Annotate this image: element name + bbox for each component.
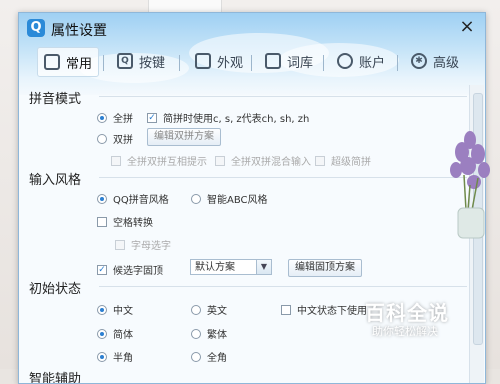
scheme-dropdown[interactable]: 默认方案 ▼ <box>190 259 272 275</box>
radio-unselected[interactable] <box>97 133 107 144</box>
option-label: 全拼双拼混合输入 <box>231 157 311 168</box>
section-divider <box>99 177 467 178</box>
option-label: 双拼 <box>113 135 133 146</box>
tab-separator <box>103 55 104 71</box>
option-label: 超级简拼 <box>331 157 371 168</box>
tab-label: 外观 <box>217 55 244 71</box>
tab-separator <box>397 55 398 71</box>
checkbox-candidate-top[interactable]: ✓ 候选字固顶 <box>97 262 163 277</box>
monitor-icon <box>44 54 60 70</box>
tab-label: 词库 <box>287 55 314 71</box>
checkbox-disabled[interactable] <box>111 155 121 166</box>
tab-separator <box>323 55 324 71</box>
watermark-subtitle: 助你轻松解决 <box>372 325 438 338</box>
checkbox-space-convert[interactable]: 空格转换 <box>97 214 153 229</box>
radio-unselected[interactable] <box>191 304 201 315</box>
checkbox-checked[interactable]: ✓ <box>97 264 107 275</box>
edit-double-scheme-button[interactable]: 编辑双拼方案 <box>147 128 221 146</box>
checkbox-checked[interactable]: ✓ <box>147 112 157 123</box>
radio-selected[interactable] <box>97 112 107 123</box>
tab-label: 账户 <box>359 55 386 71</box>
radio-english[interactable]: 英文 <box>191 302 227 317</box>
book-icon <box>265 53 281 69</box>
option-label: 全拼 <box>113 114 133 125</box>
user-icon <box>337 53 353 69</box>
radio-unselected[interactable] <box>191 193 201 204</box>
radio-qq-style[interactable]: QQ拼音风格 <box>97 191 169 206</box>
option-label: 繁体 <box>207 330 227 341</box>
section-divider <box>99 96 467 97</box>
app-logo-icon: Q <box>27 19 45 37</box>
radio-selected[interactable] <box>97 328 107 339</box>
checkbox-disabled[interactable] <box>315 155 325 166</box>
tab-label: 按键 <box>139 55 166 71</box>
tab-dictionary[interactable]: 词库 <box>265 47 313 75</box>
radio-unselected[interactable] <box>191 351 201 362</box>
radio-double-pinyin[interactable]: 双拼 <box>97 131 133 146</box>
option-label: 简体 <box>113 330 133 341</box>
radio-selected[interactable] <box>97 304 107 315</box>
gear-icon: ✱ <box>411 53 427 69</box>
checkbox-mutual-hint[interactable]: 全拼双拼互相提示 <box>111 153 207 168</box>
radio-unselected[interactable] <box>191 328 201 339</box>
tab-label: 高级 <box>433 55 460 71</box>
tab-appearance[interactable]: 外观 <box>195 47 243 75</box>
tab-separator <box>251 55 252 71</box>
radio-simplified[interactable]: 简体 <box>97 326 133 341</box>
checkbox-unchecked[interactable] <box>281 304 291 315</box>
section-title-pinyin: 拼音模式 <box>29 92 82 107</box>
option-label: 中文状态下使用 <box>297 306 367 317</box>
option-label: 字母选字 <box>131 241 171 252</box>
close-button[interactable]: × <box>457 17 477 37</box>
option-label: 全拼双拼互相提示 <box>127 157 207 168</box>
option-label: 空格转换 <box>113 218 153 229</box>
checkbox-letter-select[interactable]: 字母选字 <box>115 237 171 252</box>
settings-content: 拼音模式 全拼 ✓ 简拼时使用c, s, z代表ch, sh, zh 双拼 编辑… <box>19 85 469 384</box>
radio-traditional[interactable]: 繁体 <box>191 326 227 341</box>
checkbox-disabled[interactable] <box>215 155 225 166</box>
tab-advanced[interactable]: ✱ 高级 <box>411 47 459 75</box>
tab-keys[interactable]: Q 按键 <box>117 47 165 75</box>
checkbox-disabled[interactable] <box>115 239 125 250</box>
radio-chinese[interactable]: 中文 <box>97 302 133 317</box>
edit-fixed-scheme-button[interactable]: 编辑固顶方案 <box>288 259 362 277</box>
radio-full-width[interactable]: 全角 <box>191 349 227 364</box>
chevron-down-icon[interactable]: ▼ <box>256 260 271 274</box>
checkbox-super-abbr[interactable]: 超级简拼 <box>315 153 371 168</box>
option-label: 英文 <box>207 306 227 317</box>
section-title-style: 输入风格 <box>29 173 82 188</box>
radio-selected[interactable] <box>97 351 107 362</box>
option-label: QQ拼音风格 <box>113 195 169 206</box>
window-title: 属性设置 <box>51 23 107 39</box>
tab-separator <box>179 55 180 71</box>
watermark-title: 百科全说 <box>365 301 449 325</box>
radio-full-pinyin[interactable]: 全拼 <box>97 110 133 125</box>
checkbox-unchecked[interactable] <box>97 216 107 227</box>
section-title-smart-assist: 智能辅助 <box>29 372 82 384</box>
radio-half-width[interactable]: 半角 <box>97 349 133 364</box>
option-label: 中文 <box>113 306 133 317</box>
section-title-initial: 初始状态 <box>29 282 82 297</box>
flower-vase-decoration <box>450 131 490 239</box>
tab-common[interactable]: 常用 <box>37 47 100 77</box>
section-divider <box>99 286 467 287</box>
option-label: 候选字固顶 <box>113 266 163 277</box>
checkbox-chinese-state[interactable]: 中文状态下使用 <box>281 302 367 317</box>
option-label: 半角 <box>113 353 133 364</box>
option-label: 全角 <box>207 353 227 364</box>
radio-selected[interactable] <box>97 193 107 204</box>
radio-abc-style[interactable]: 智能ABC风格 <box>191 191 268 206</box>
keyboard-key-icon: Q <box>117 53 133 69</box>
option-label: 简拼时使用c, s, z代表ch, sh, zh <box>163 114 310 125</box>
checkbox-mixed-input[interactable]: 全拼双拼混合输入 <box>215 153 311 168</box>
option-label: 智能ABC风格 <box>207 195 268 206</box>
tab-bar: 常用 Q 按键 外观 词库 账户 ✱ 高级 <box>19 43 485 79</box>
checkbox-abbr-cszh[interactable]: ✓ 简拼时使用c, s, z代表ch, sh, zh <box>147 110 309 125</box>
tab-account[interactable]: 账户 <box>337 47 385 75</box>
dropdown-value: 默认方案 <box>195 262 235 273</box>
tshirt-icon <box>195 53 211 69</box>
tab-label: 常用 <box>66 56 93 72</box>
